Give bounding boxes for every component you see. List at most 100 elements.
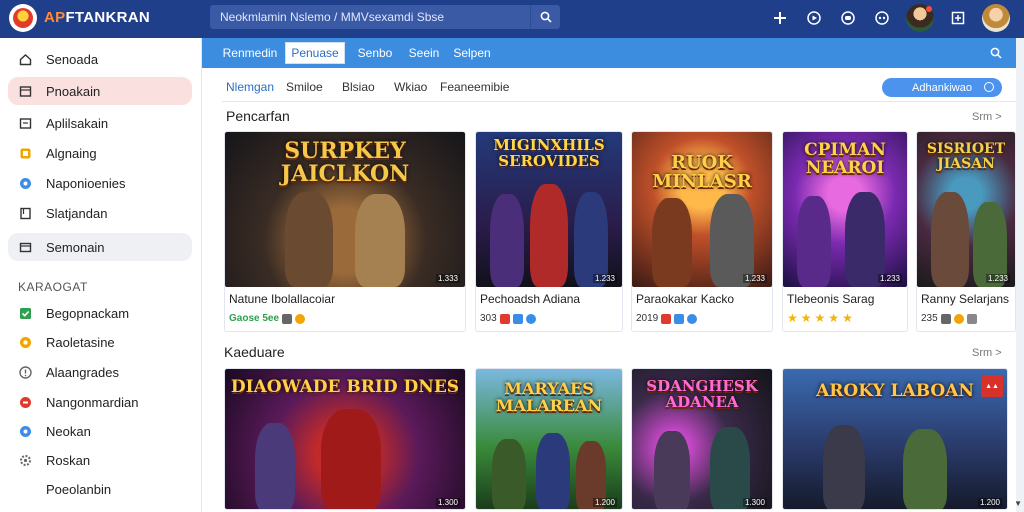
window-icon — [18, 240, 32, 254]
sidebar-category-1[interactable]: Begopnackam — [8, 299, 192, 327]
search-icon — [540, 11, 552, 23]
advanced-filter-button[interactable]: Adhankiwao — [882, 78, 1002, 97]
game-meta-label: 2019 — [636, 313, 659, 324]
tab-category-3[interactable]: Senbo — [356, 42, 394, 64]
see-all-link-1[interactable]: Srm > — [972, 111, 1002, 123]
apps-icon — [18, 116, 32, 130]
tab-category-4[interactable]: Seein — [406, 42, 442, 64]
controller-icon[interactable] — [838, 8, 858, 28]
game-rating: ★ ★ ★ ★ ★ — [787, 311, 853, 325]
tab-category-5[interactable]: Selpen — [453, 42, 490, 64]
sidebar-item-label: Begopnackam — [46, 305, 130, 321]
game-card[interactable]: SDANGHESK ADANEA 1.300 — [631, 368, 773, 510]
game-card[interactable]: CPIMAN NEAROI 1.233 Tlebeonis Sarag ★ ★ … — [782, 131, 908, 332]
tag-icon — [966, 313, 977, 324]
bookmark-icon — [18, 206, 32, 220]
game-title-art: MIGINXHILS SEROVIDES — [493, 136, 605, 170]
game-thumbnail: CPIMAN NEAROI 1.233 — [783, 132, 907, 287]
game-name: Ranny Selarjans — [921, 292, 1010, 306]
game-name: Pechoadsh Adiana — [480, 292, 581, 306]
sidebar-item-label: Aplilsakain — [46, 115, 109, 131]
notification-badge — [926, 6, 932, 12]
sidebar-item-label: Senoada — [46, 51, 99, 67]
gamepad-icon[interactable] — [872, 8, 892, 28]
sidebar-item-label: Slatjandan — [46, 205, 108, 221]
game-name: Tlebeonis Sarag — [787, 292, 875, 306]
size-tag: 1.300 — [435, 498, 460, 507]
sidebar-category-7[interactable]: Poeolanbin — [8, 475, 192, 503]
tag-icon — [282, 313, 293, 324]
sidebar-category-4[interactable]: Nangonmardian — [8, 388, 192, 416]
user-avatar-2[interactable] — [982, 4, 1010, 32]
game-card[interactable]: DIAOWADE BRID DNES 1.300 — [224, 368, 466, 510]
circle-icon — [18, 424, 32, 438]
play-icon[interactable] — [804, 8, 824, 28]
sidebar-item-tags[interactable]: Algnaing — [8, 139, 192, 167]
game-card[interactable]: SISRIOET JIASAN 1.233 Ranny Selarjans 23… — [916, 131, 1016, 332]
check-icon — [18, 306, 32, 320]
section-title-1: Pencarfan — [226, 108, 290, 124]
game-card[interactable]: MIGINXHILS SEROVIDES 1.233 Pechoadsh Adi… — [475, 131, 623, 332]
sidebar-item-apps[interactable]: Aplilsakain — [8, 109, 192, 137]
game-card[interactable]: AROKY LABOAN 1.200 ▲▲ — [782, 368, 1008, 510]
game-title-art: SURPKEY JAICLKON — [280, 138, 410, 188]
game-title-art: MARYAES MALAREAN — [495, 379, 603, 415]
sidebar-item-label: Pnoakain — [46, 83, 101, 99]
tab-category-1[interactable]: Renmedin — [222, 42, 278, 64]
info-icon — [687, 313, 698, 324]
app-brand[interactable]: APFTANKRAN — [44, 9, 150, 26]
category-tabs: Renmedin Penuase Senbo Seein Selpen — [202, 38, 1016, 68]
sidebar-item-saved[interactable]: Slatjandan — [8, 199, 192, 227]
game-meta-label: 303 — [480, 313, 497, 324]
size-tag: 1.233 — [877, 274, 902, 283]
tab-category-2[interactable]: Penuase — [285, 42, 345, 64]
size-tag: 1.300 — [742, 498, 767, 507]
sidebar-item-label: Naponioenies — [46, 175, 126, 191]
size-tag: 1.333 — [435, 274, 460, 283]
game-meta: 235 — [921, 313, 977, 324]
game-meta: 303 — [480, 313, 536, 324]
square-plus-icon[interactable] — [948, 8, 968, 28]
filter-tab-2[interactable]: Smiloe — [286, 80, 323, 94]
scroll-down-icon[interactable]: ▼ — [1014, 499, 1022, 508]
sidebar-category-6[interactable]: Roskan — [8, 446, 192, 474]
see-all-link-2[interactable]: Srm > — [972, 347, 1002, 359]
game-meta-label: 235 — [921, 313, 938, 324]
filter-tab-4[interactable]: Wkiao — [394, 80, 427, 94]
game-thumbnail: DIAOWADE BRID DNES 1.300 — [225, 369, 465, 509]
filter-bar: Nlemgan Smiloe Blsiao Wkiao Feaneemibie … — [222, 72, 1016, 102]
filter-tab-5[interactable]: Feaneemibie — [440, 80, 509, 94]
badge-icon — [499, 313, 510, 324]
plus-icon[interactable] — [770, 8, 790, 28]
star-icon: ★ — [787, 311, 798, 325]
tag-icon — [940, 313, 951, 324]
sidebar-item-products[interactable]: Pnoakain — [8, 77, 192, 105]
filter-tab-1[interactable]: Nlemgan — [226, 80, 274, 94]
search-input[interactable] — [210, 5, 530, 29]
game-meta-label: Gaose 5ee — [229, 313, 280, 324]
filter-tab-3[interactable]: Blsiao — [342, 80, 375, 94]
game-meta: Gaose 5ee — [229, 313, 306, 324]
sidebar-item-info[interactable]: Naponioenies — [8, 169, 192, 197]
app-logo-icon[interactable] — [9, 4, 37, 32]
sidebar-item-label: Roskan — [46, 452, 91, 468]
home-icon — [18, 52, 32, 66]
category-search-button[interactable] — [990, 46, 1002, 64]
sidebar-item-home[interactable]: Senoada — [8, 45, 192, 73]
sidebar-category-2[interactable]: Raoletasine — [8, 328, 192, 356]
game-card[interactable]: SURPKEY JAICLKON 1.333 Natune Ibolallaco… — [224, 131, 466, 332]
game-card[interactable]: MARYAES MALAREAN 1.200 — [475, 368, 623, 510]
size-tag: 1.233 — [985, 274, 1010, 283]
info-icon — [18, 176, 32, 190]
game-card[interactable]: RUOK MINLASR 1.233 Paraokakar Kacko 2019 — [631, 131, 773, 332]
search-button[interactable] — [530, 5, 560, 29]
sidebar-category-5[interactable]: Neokan — [8, 417, 192, 445]
sidebar-item-label: Raoletasine — [46, 334, 115, 350]
stop-icon — [18, 395, 32, 409]
user-avatar-1[interactable] — [906, 4, 934, 32]
gear-icon — [18, 453, 32, 467]
sidebar-item-window[interactable]: Semonain — [8, 233, 192, 261]
game-name: Paraokakar Kacko — [636, 292, 735, 306]
sidebar-category-3[interactable]: Alaangrades — [8, 358, 192, 386]
game-title-art: RUOK MINLASR — [652, 152, 752, 192]
